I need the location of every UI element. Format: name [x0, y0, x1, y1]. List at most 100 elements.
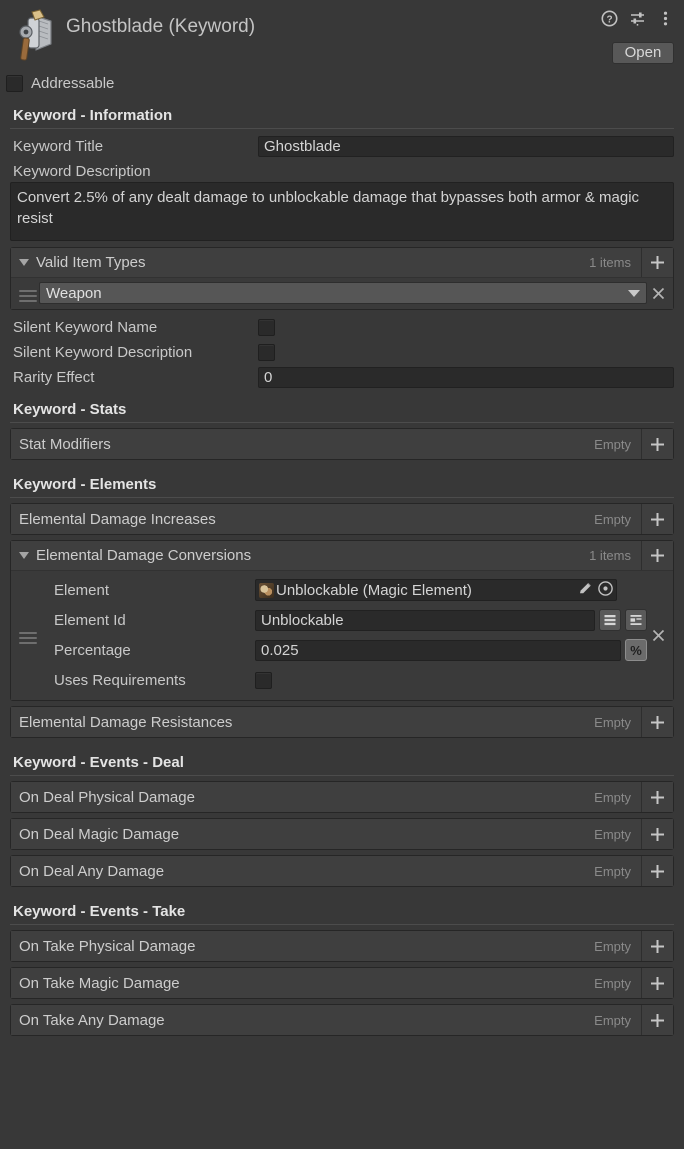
remove-item-button[interactable]: [647, 628, 669, 643]
on-take-any-damage-count: Empty: [594, 1012, 631, 1028]
foldout-arrow-icon[interactable]: [19, 552, 29, 559]
section-header-information: Keyword - Information: [10, 96, 674, 129]
keyword-description-input[interactable]: Convert 2.5% of any dealt damage to unbl…: [10, 182, 674, 241]
uses-requirements-row: Uses Requirements: [39, 665, 647, 695]
stat-modifiers-list: Stat Modifiers Empty: [10, 428, 674, 460]
elemental-damage-resistances-header[interactable]: Elemental Damage Resistances Empty: [11, 707, 673, 737]
valid-item-types-list: Valid Item Types 1 items Weapon: [10, 247, 674, 310]
uses-requirements-checkbox[interactable]: [255, 671, 272, 689]
preset-settings-icon[interactable]: [629, 10, 646, 27]
keyword-title-input[interactable]: Ghostblade: [258, 136, 674, 157]
valid-item-types-label: Valid Item Types: [36, 254, 146, 271]
stat-modifiers-header[interactable]: Stat Modifiers Empty: [11, 429, 673, 459]
elemental-damage-resistances-count: Empty: [594, 714, 631, 730]
on-take-magic-damage-count: Empty: [594, 975, 631, 991]
element-label: Element: [54, 581, 110, 599]
on-deal-any-damage-label: On Deal Any Damage: [19, 862, 165, 880]
add-on-deal-any-damage-button[interactable]: [641, 856, 673, 886]
foldout-arrow-icon[interactable]: [19, 259, 29, 266]
add-elemental-damage-resistance-button[interactable]: [641, 707, 673, 737]
kebab-menu-icon[interactable]: [657, 10, 674, 27]
on-take-physical-damage-count: Empty: [594, 938, 631, 954]
drag-handle-icon[interactable]: [17, 285, 39, 302]
remove-item-button[interactable]: [647, 286, 669, 301]
silent-keyword-name-checkbox[interactable]: [258, 319, 275, 336]
on-deal-any-damage-header[interactable]: On Deal Any Damage Empty: [11, 856, 673, 886]
element-id-row: Element Id Unblockable: [39, 605, 647, 635]
list-item: Element Unblockable (Magic Element) Elem…: [11, 575, 673, 695]
rarity-effect-input[interactable]: 0: [258, 367, 674, 388]
header-icon-group: ?: [601, 10, 674, 27]
elemental-damage-increases-count: Empty: [594, 511, 631, 527]
section-header-events-take: Keyword - Events - Take: [10, 892, 674, 925]
add-on-deal-physical-damage-button[interactable]: [641, 782, 673, 812]
keyword-title-row: Keyword Title Ghostblade: [10, 134, 674, 159]
addressable-label: Addressable: [31, 74, 115, 92]
on-deal-any-damage-count: Empty: [594, 863, 631, 879]
on-deal-any-damage-list: On Deal Any Damage Empty: [10, 855, 674, 887]
stat-modifiers-label: Stat Modifiers: [19, 435, 111, 453]
element-object-field[interactable]: Unblockable (Magic Element): [255, 579, 617, 601]
on-take-magic-damage-header[interactable]: On Take Magic Damage Empty: [11, 968, 673, 998]
elemental-damage-conversions-header[interactable]: Elemental Damage Conversions 1 items: [11, 541, 673, 571]
add-valid-item-type-button[interactable]: [641, 248, 673, 277]
add-on-deal-magic-damage-button[interactable]: [641, 819, 673, 849]
section-header-stats: Keyword - Stats: [10, 390, 674, 423]
list-view-icon[interactable]: [599, 609, 621, 631]
element-row: Element Unblockable (Magic Element): [39, 575, 647, 605]
on-deal-physical-damage-count: Empty: [594, 789, 631, 805]
help-icon[interactable]: ?: [601, 10, 618, 27]
on-deal-physical-damage-label: On Deal Physical Damage: [19, 788, 195, 806]
inspector-body: Keyword - Information Keyword Title Ghos…: [0, 96, 684, 1036]
addressable-row[interactable]: Addressable: [0, 70, 684, 96]
addressable-checkbox[interactable]: [6, 74, 23, 92]
on-take-magic-damage-label: On Take Magic Damage: [19, 974, 180, 992]
element-id-input[interactable]: Unblockable: [255, 609, 595, 631]
add-elemental-damage-conversion-button[interactable]: [641, 541, 673, 570]
on-take-physical-damage-label: On Take Physical Damage: [19, 937, 196, 955]
percent-toggle-button[interactable]: %: [625, 639, 647, 661]
add-elemental-damage-increase-button[interactable]: [641, 504, 673, 534]
edit-pencil-icon[interactable]: [577, 580, 594, 600]
on-take-any-damage-label: On Take Any Damage: [19, 1011, 165, 1029]
detail-view-icon[interactable]: [625, 609, 647, 631]
silent-keyword-description-checkbox[interactable]: [258, 344, 275, 361]
element-id-label: Element Id: [54, 611, 126, 629]
valid-item-type-dropdown[interactable]: Weapon: [39, 282, 647, 304]
on-take-magic-damage-list: On Take Magic Damage Empty: [10, 967, 674, 999]
elemental-damage-resistances-label: Elemental Damage Resistances: [19, 713, 233, 731]
add-stat-modifier-button[interactable]: [641, 429, 673, 459]
on-take-any-damage-header[interactable]: On Take Any Damage Empty: [11, 1005, 673, 1035]
open-button[interactable]: Open: [612, 42, 674, 64]
percentage-input[interactable]: 0.025: [255, 639, 621, 661]
object-picker-icon[interactable]: [597, 580, 614, 600]
conversion-properties: Element Unblockable (Magic Element) Elem…: [39, 575, 647, 695]
section-header-events-deal: Keyword - Events - Deal: [10, 743, 674, 776]
on-deal-physical-damage-header[interactable]: On Deal Physical Damage Empty: [11, 782, 673, 812]
page-title: Ghostblade (Keyword): [66, 16, 256, 37]
drag-handle-icon[interactable]: [17, 627, 39, 644]
list-item: Weapon: [11, 282, 673, 304]
valid-item-types-count: 1 items: [589, 255, 631, 270]
on-deal-physical-damage-list: On Deal Physical Damage Empty: [10, 781, 674, 813]
elemental-damage-increases-list: Elemental Damage Increases Empty: [10, 503, 674, 535]
add-on-take-physical-damage-button[interactable]: [641, 931, 673, 961]
keyword-description-label: Keyword Description: [13, 163, 151, 180]
rarity-effect-row: Rarity Effect 0: [10, 365, 674, 390]
rarity-effect-label: Rarity Effect: [13, 369, 95, 386]
on-take-physical-damage-header[interactable]: On Take Physical Damage Empty: [11, 931, 673, 961]
svg-text:?: ?: [606, 14, 612, 25]
elemental-damage-increases-label: Elemental Damage Increases: [19, 510, 216, 528]
on-deal-magic-damage-header[interactable]: On Deal Magic Damage Empty: [11, 819, 673, 849]
valid-item-types-header[interactable]: Valid Item Types 1 items: [11, 248, 673, 278]
element-field-actions: [577, 580, 614, 600]
on-take-any-damage-list: On Take Any Damage Empty: [10, 1004, 674, 1036]
percent-toggle-label: %: [630, 642, 642, 658]
chevron-down-icon: [628, 289, 640, 297]
section-header-elements: Keyword - Elements: [10, 465, 674, 498]
silent-keyword-description-label: Silent Keyword Description: [13, 344, 193, 361]
add-on-take-any-damage-button[interactable]: [641, 1005, 673, 1035]
elemental-damage-increases-header[interactable]: Elemental Damage Increases Empty: [11, 504, 673, 534]
element-id-view-toggles: [599, 609, 647, 631]
add-on-take-magic-damage-button[interactable]: [641, 968, 673, 998]
